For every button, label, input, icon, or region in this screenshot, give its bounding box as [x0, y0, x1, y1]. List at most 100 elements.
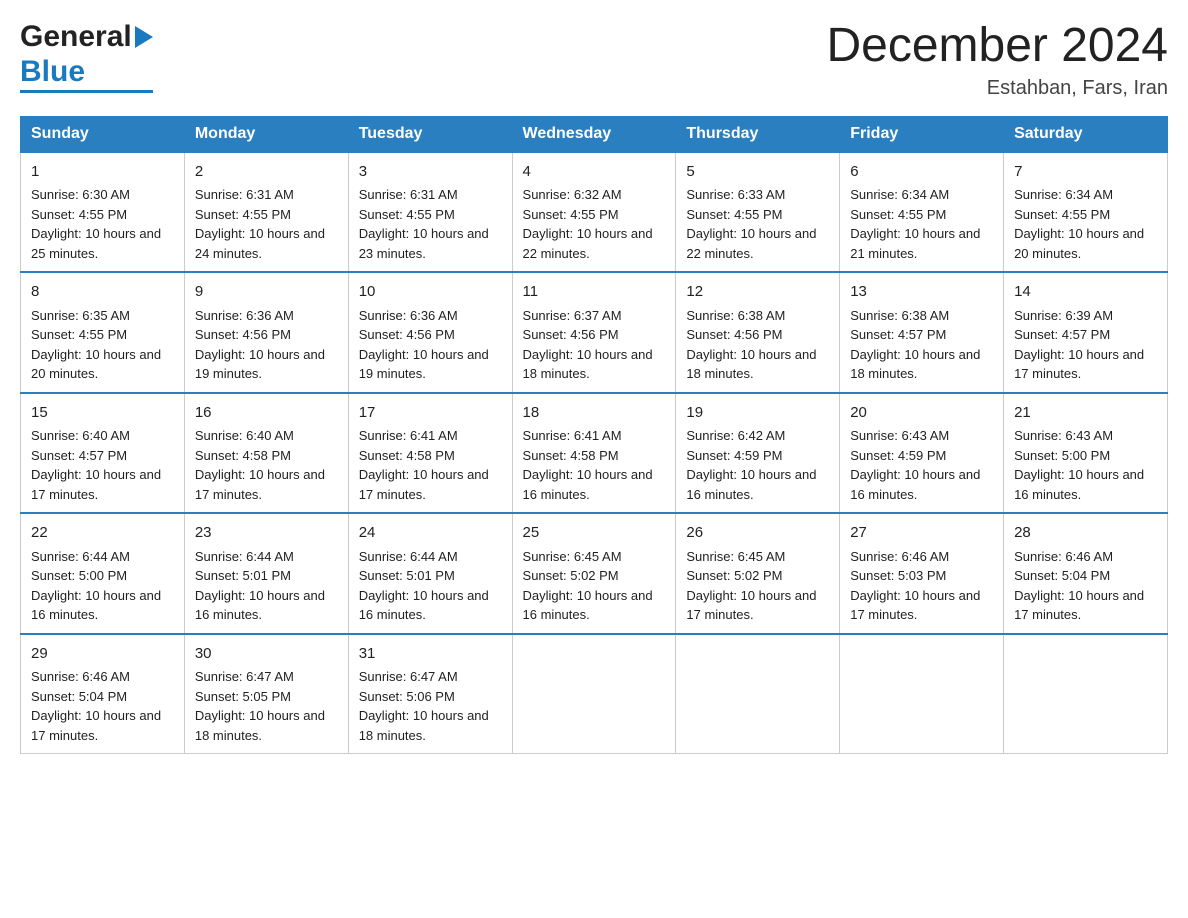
- logo-general-text: General: [20, 20, 132, 55]
- day-number: 8: [31, 281, 174, 304]
- day-info: Sunrise: 6:47 AMSunset: 5:05 PMDaylight:…: [195, 669, 325, 743]
- day-number: 1: [31, 161, 174, 184]
- table-row: 19Sunrise: 6:42 AMSunset: 4:59 PMDayligh…: [676, 393, 840, 514]
- day-info: Sunrise: 6:32 AMSunset: 4:55 PMDaylight:…: [523, 187, 653, 261]
- day-info: Sunrise: 6:47 AMSunset: 5:06 PMDaylight:…: [359, 669, 489, 743]
- day-info: Sunrise: 6:43 AMSunset: 4:59 PMDaylight:…: [850, 428, 980, 502]
- table-row: 21 Sunrise: 6:43 AMSunset: 5:00 PMDayligh…: [1004, 393, 1168, 514]
- day-number: 10: [359, 281, 502, 304]
- day-info: Sunrise: 6:45 AMSunset: 5:02 PMDaylight:…: [523, 549, 653, 623]
- table-row: 25Sunrise: 6:45 AMSunset: 5:02 PMDayligh…: [512, 513, 676, 634]
- day-info: Sunrise: 6:44 AMSunset: 5:01 PMDaylight:…: [359, 549, 489, 623]
- col-saturday: Saturday: [1004, 116, 1168, 152]
- day-number: 15: [31, 402, 174, 425]
- day-info: Sunrise: 6:40 AMSunset: 4:57 PMDaylight:…: [31, 428, 161, 502]
- calendar-subtitle: Estahban, Fars, Iran: [826, 77, 1168, 100]
- table-row: 18Sunrise: 6:41 AMSunset: 4:58 PMDayligh…: [512, 393, 676, 514]
- calendar-week-row: 22 Sunrise: 6:44 AMSunset: 5:00 PMDayligh…: [21, 513, 1168, 634]
- day-number: 18: [523, 402, 666, 425]
- day-number: 6: [850, 161, 993, 184]
- table-row: 22 Sunrise: 6:44 AMSunset: 5:00 PMDayligh…: [21, 513, 185, 634]
- table-row: 27Sunrise: 6:46 AMSunset: 5:03 PMDayligh…: [840, 513, 1004, 634]
- day-info: Sunrise: 6:41 AMSunset: 4:58 PMDaylight:…: [359, 428, 489, 502]
- day-number: 26: [686, 522, 829, 545]
- calendar-table: Sunday Monday Tuesday Wednesday Thursday…: [20, 116, 1168, 755]
- day-number: 4: [523, 161, 666, 184]
- day-info: Sunrise: 6:40 AMSunset: 4:58 PMDaylight:…: [195, 428, 325, 502]
- day-number: 22: [31, 522, 174, 545]
- table-row: 9 Sunrise: 6:36 AMSunset: 4:56 PMDaylight…: [184, 272, 348, 393]
- calendar-week-row: 1Sunrise: 6:30 AMSunset: 4:55 PMDaylight…: [21, 152, 1168, 273]
- logo-blue-text: Blue: [20, 55, 85, 88]
- col-thursday: Thursday: [676, 116, 840, 152]
- day-info: Sunrise: 6:31 AMSunset: 4:55 PMDaylight:…: [359, 187, 489, 261]
- day-number: 2: [195, 161, 338, 184]
- table-row: 16 Sunrise: 6:40 AMSunset: 4:58 PMDayligh…: [184, 393, 348, 514]
- day-number: 27: [850, 522, 993, 545]
- day-info: Sunrise: 6:44 AMSunset: 5:01 PMDaylight:…: [195, 549, 325, 623]
- table-row: 8 Sunrise: 6:35 AMSunset: 4:55 PMDaylight…: [21, 272, 185, 393]
- day-number: 21: [1014, 402, 1157, 425]
- table-row: 13Sunrise: 6:38 AMSunset: 4:57 PMDayligh…: [840, 272, 1004, 393]
- day-info: Sunrise: 6:39 AMSunset: 4:57 PMDaylight:…: [1014, 308, 1144, 382]
- table-row: 12Sunrise: 6:38 AMSunset: 4:56 PMDayligh…: [676, 272, 840, 393]
- day-number: 14: [1014, 281, 1157, 304]
- day-info: Sunrise: 6:36 AMSunset: 4:56 PMDaylight:…: [195, 308, 325, 382]
- calendar-week-row: 8 Sunrise: 6:35 AMSunset: 4:55 PMDaylight…: [21, 272, 1168, 393]
- day-info: Sunrise: 6:44 AMSunset: 5:00 PMDaylight:…: [31, 549, 161, 623]
- day-info: Sunrise: 6:31 AMSunset: 4:55 PMDaylight:…: [195, 187, 325, 261]
- day-info: Sunrise: 6:46 AMSunset: 5:04 PMDaylight:…: [1014, 549, 1144, 623]
- calendar-week-row: 15 Sunrise: 6:40 AMSunset: 4:57 PMDayligh…: [21, 393, 1168, 514]
- day-info: Sunrise: 6:36 AMSunset: 4:56 PMDaylight:…: [359, 308, 489, 382]
- table-row: 3Sunrise: 6:31 AMSunset: 4:55 PMDaylight…: [348, 152, 512, 273]
- day-number: 5: [686, 161, 829, 184]
- calendar-header-row: Sunday Monday Tuesday Wednesday Thursday…: [21, 116, 1168, 152]
- day-number: 9: [195, 281, 338, 304]
- day-info: Sunrise: 6:42 AMSunset: 4:59 PMDaylight:…: [686, 428, 816, 502]
- day-number: 16: [195, 402, 338, 425]
- day-number: 28: [1014, 522, 1157, 545]
- day-number: 24: [359, 522, 502, 545]
- day-info: Sunrise: 6:34 AMSunset: 4:55 PMDaylight:…: [850, 187, 980, 261]
- table-row: 5 Sunrise: 6:33 AMSunset: 4:55 PMDaylight…: [676, 152, 840, 273]
- table-row: 31 Sunrise: 6:47 AMSunset: 5:06 PMDayligh…: [348, 634, 512, 754]
- table-row: [840, 634, 1004, 754]
- day-info: Sunrise: 6:37 AMSunset: 4:56 PMDaylight:…: [523, 308, 653, 382]
- table-row: 29 Sunrise: 6:46 AMSunset: 5:04 PMDayligh…: [21, 634, 185, 754]
- day-info: Sunrise: 6:33 AMSunset: 4:55 PMDaylight:…: [686, 187, 816, 261]
- day-number: 11: [523, 281, 666, 304]
- logo-underline: [20, 90, 153, 93]
- table-row: 4 Sunrise: 6:32 AMSunset: 4:55 PMDaylight…: [512, 152, 676, 273]
- day-number: 30: [195, 643, 338, 666]
- table-row: 20 Sunrise: 6:43 AMSunset: 4:59 PMDayligh…: [840, 393, 1004, 514]
- table-row: 23 Sunrise: 6:44 AMSunset: 5:01 PMDayligh…: [184, 513, 348, 634]
- page-header: General Blue December 2024 Estahban, Far…: [20, 20, 1168, 100]
- day-number: 29: [31, 643, 174, 666]
- table-row: 10 Sunrise: 6:36 AMSunset: 4:56 PMDayligh…: [348, 272, 512, 393]
- title-block: December 2024 Estahban, Fars, Iran: [826, 20, 1168, 100]
- day-info: Sunrise: 6:38 AMSunset: 4:57 PMDaylight:…: [850, 308, 980, 382]
- table-row: [1004, 634, 1168, 754]
- day-info: Sunrise: 6:34 AMSunset: 4:55 PMDaylight:…: [1014, 187, 1144, 261]
- table-row: 7Sunrise: 6:34 AMSunset: 4:55 PMDaylight…: [1004, 152, 1168, 273]
- table-row: 15 Sunrise: 6:40 AMSunset: 4:57 PMDayligh…: [21, 393, 185, 514]
- table-row: 30 Sunrise: 6:47 AMSunset: 5:05 PMDayligh…: [184, 634, 348, 754]
- col-monday: Monday: [184, 116, 348, 152]
- day-info: Sunrise: 6:38 AMSunset: 4:56 PMDaylight:…: [686, 308, 816, 382]
- day-info: Sunrise: 6:43 AMSunset: 5:00 PMDaylight:…: [1014, 428, 1144, 502]
- day-number: 20: [850, 402, 993, 425]
- table-row: [512, 634, 676, 754]
- day-number: 31: [359, 643, 502, 666]
- calendar-week-row: 29 Sunrise: 6:46 AMSunset: 5:04 PMDayligh…: [21, 634, 1168, 754]
- day-info: Sunrise: 6:35 AMSunset: 4:55 PMDaylight:…: [31, 308, 161, 382]
- logo-arrow-icon: [135, 26, 153, 53]
- day-number: 23: [195, 522, 338, 545]
- table-row: 6 Sunrise: 6:34 AMSunset: 4:55 PMDaylight…: [840, 152, 1004, 273]
- table-row: [676, 634, 840, 754]
- table-row: 11 Sunrise: 6:37 AMSunset: 4:56 PMDayligh…: [512, 272, 676, 393]
- day-info: Sunrise: 6:46 AMSunset: 5:04 PMDaylight:…: [31, 669, 161, 743]
- table-row: 17Sunrise: 6:41 AMSunset: 4:58 PMDayligh…: [348, 393, 512, 514]
- table-row: 24 Sunrise: 6:44 AMSunset: 5:01 PMDayligh…: [348, 513, 512, 634]
- day-info: Sunrise: 6:45 AMSunset: 5:02 PMDaylight:…: [686, 549, 816, 623]
- calendar-title: December 2024: [826, 20, 1168, 73]
